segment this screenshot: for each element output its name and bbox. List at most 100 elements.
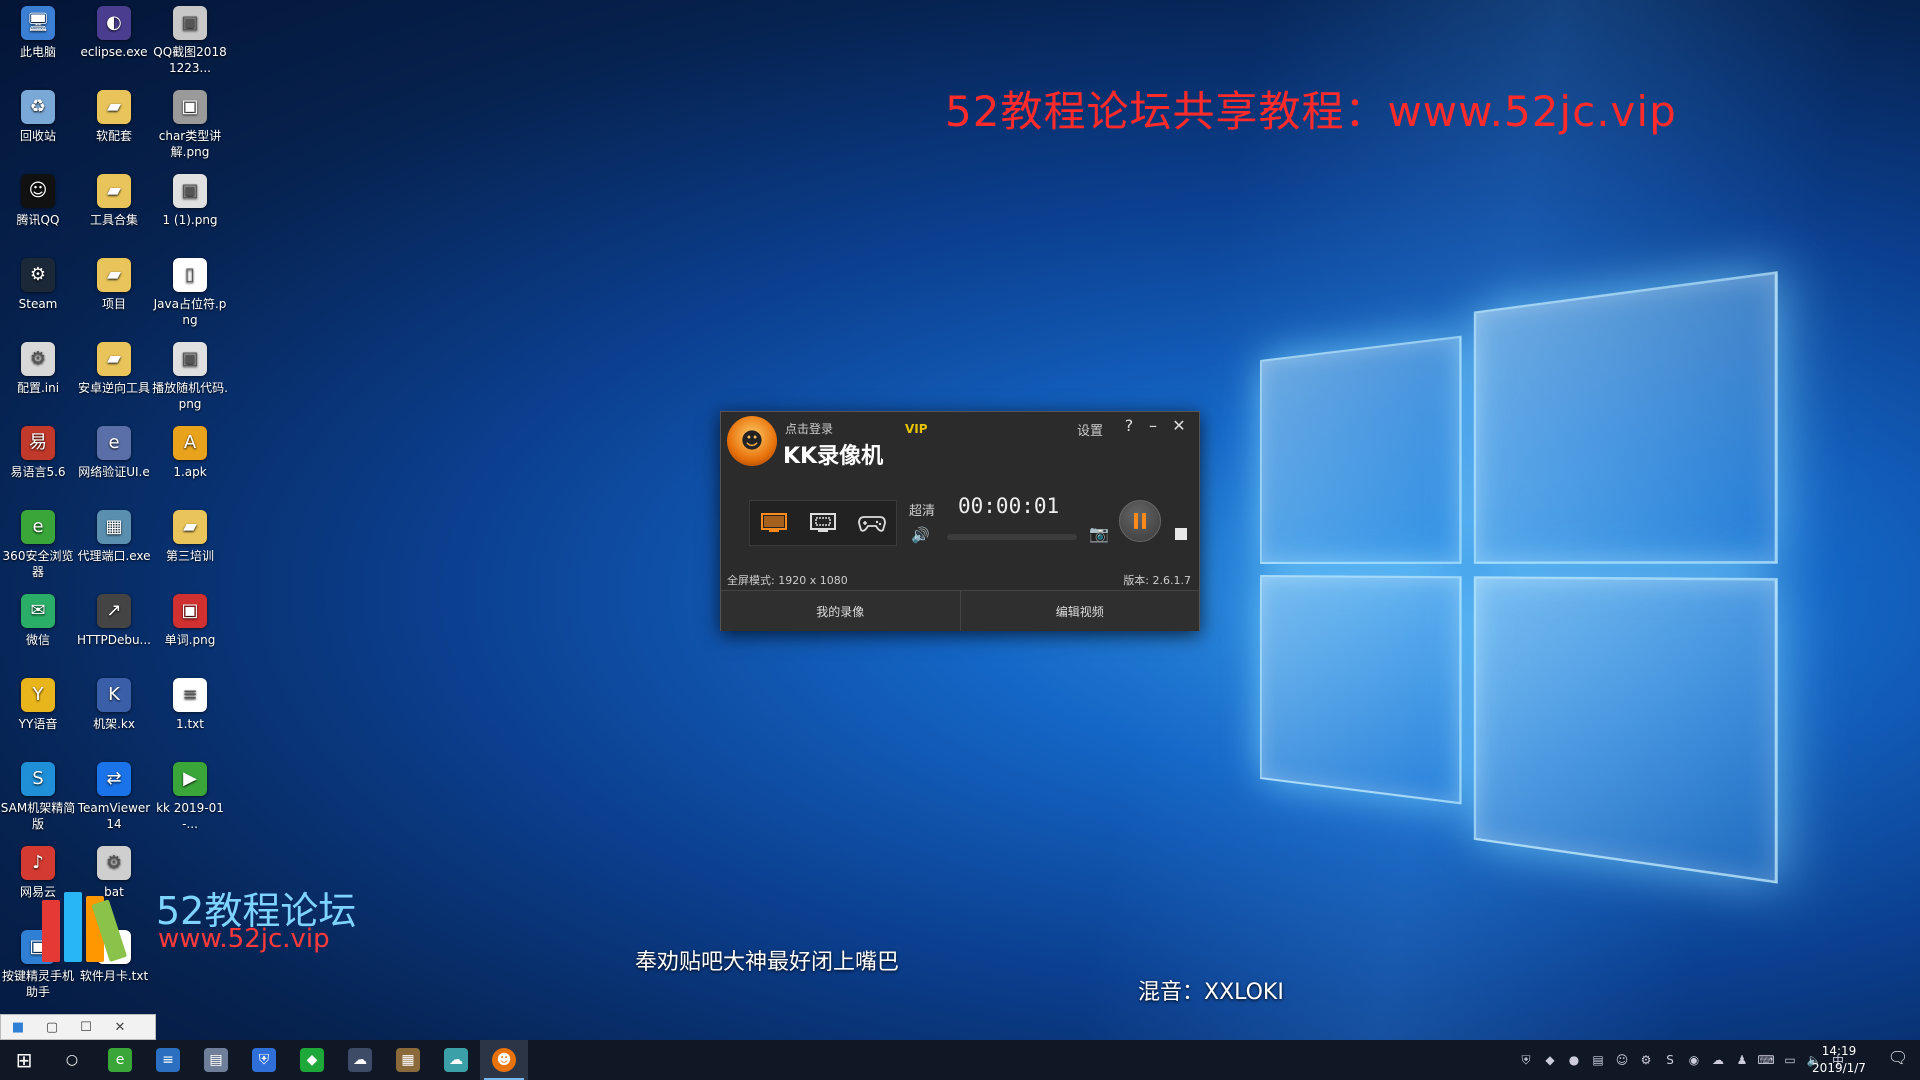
desktop-icon[interactable]: e 网络验证UI.e — [76, 420, 152, 480]
display-tray-icon[interactable]: ▭ — [1778, 1053, 1802, 1067]
bat-file-icon: ⚙ — [97, 846, 131, 880]
kk-mascot-avatar[interactable]: ☻ — [727, 416, 777, 466]
browser-360-icon: e — [108, 1048, 132, 1072]
screenshot-camera-icon[interactable]: 📷 — [1089, 524, 1109, 543]
action-center-icon[interactable]: 🗨 — [1886, 1048, 1910, 1072]
edit-video-button[interactable]: 编辑视频 — [960, 591, 1199, 631]
desktop-icon[interactable]: 🖥 此电脑 — [0, 0, 76, 60]
desktop-icon[interactable]: ↗ HTTPDebu... — [76, 588, 152, 648]
desktop-icon[interactable]: ⚙ Steam — [0, 252, 76, 312]
taskbar-app-cortana[interactable]: ○ — [48, 1040, 96, 1080]
steam-tray-icon[interactable]: ⚙ — [1634, 1053, 1658, 1067]
desktop-icon[interactable]: ▣ 1 (1).png — [152, 168, 228, 228]
weibo-tray-icon[interactable]: ◉ — [1682, 1053, 1706, 1067]
desktop-icon[interactable]: 易易语言5.6 — [0, 420, 76, 480]
desktop-icon[interactable]: ▰ 工具合集 — [76, 168, 152, 228]
user-tray-icon[interactable]: ♟ — [1730, 1053, 1754, 1067]
desktop-icon[interactable]: ▰ 第三培训 — [152, 504, 228, 564]
image-file-icon: ▣ — [173, 594, 207, 628]
desktop-icon-label: 项目 — [101, 297, 126, 311]
image-viewer-icon: ▦ — [396, 1048, 420, 1072]
desktop-icon[interactable]: ♻ 回收站 — [0, 84, 76, 144]
system-clock[interactable]: 14:19 2019/1/7 — [1804, 1043, 1874, 1077]
my-recordings-button[interactable]: 我的录像 — [721, 591, 961, 631]
stop-button[interactable] — [1175, 528, 1187, 540]
desktop-icon[interactable]: ✉ 微信 — [0, 588, 76, 648]
desktop-icon-label: HTTPDebu... — [77, 633, 151, 647]
login-link[interactable]: 点击登录 — [785, 420, 833, 437]
desktop-icon[interactable]: ≡ 1.txt — [152, 672, 228, 732]
network-tray-icon[interactable]: ▤ — [1586, 1053, 1610, 1067]
cloud-icon: ☁ — [444, 1048, 468, 1072]
taskbar-app-security-shield[interactable]: ⛨ — [240, 1040, 288, 1080]
recorder-footer: 我的录像 编辑视频 — [721, 590, 1199, 631]
help-button[interactable]: ? — [1119, 416, 1139, 436]
desktop-icon[interactable]: K 机架.kx — [76, 672, 152, 732]
books-logo-icon — [38, 882, 148, 962]
region-mode-icon[interactable] — [808, 511, 838, 535]
vip-badge[interactable]: VIP — [905, 422, 928, 436]
desktop-icon[interactable]: ▣ 播放随机代码.png — [152, 336, 228, 412]
taskbar-app-cloud[interactable]: ☁ — [432, 1040, 480, 1080]
desktop-icon[interactable]: ▰ 项目 — [76, 252, 152, 312]
folder-icon: ▰ — [97, 258, 131, 292]
taskbar-app-green-diamond[interactable]: ◆ — [288, 1040, 336, 1080]
game-mode-icon[interactable] — [857, 511, 887, 535]
image-file-icon: ▣ — [173, 90, 207, 124]
desktop-icon[interactable]: ▣ char类型讲解.png — [152, 84, 228, 160]
capture-mode-info: 全屏模式: 1920 x 1080 — [727, 574, 848, 587]
desktop-icon[interactable]: e 360安全浏览器 — [0, 504, 76, 580]
watermark-url: www.52jc.vip — [158, 924, 330, 954]
weather-icon: ☁ — [348, 1048, 372, 1072]
taskbar-app-image-viewer[interactable]: ▦ — [384, 1040, 432, 1080]
desktop-icon[interactable]: ▶ kk 2019-01-... — [152, 756, 228, 832]
desktop-icon-label: 按键精灵手机助手 — [1, 969, 74, 999]
settings-button[interactable]: 设置 — [1077, 420, 1103, 439]
desktop-icon[interactable]: ▣ QQ截图20181223... — [152, 0, 228, 76]
desktop-icon[interactable]: ☺ 腾讯QQ — [0, 168, 76, 228]
desktop-icon-label: 安卓逆向工具 — [77, 381, 150, 395]
desktop-icon[interactable]: A 1.apk — [152, 420, 228, 480]
cloud-tray-icon[interactable]: ☁ — [1706, 1053, 1730, 1067]
desktop-icon[interactable]: ⚙ 配置.ini — [0, 336, 76, 396]
pause-button[interactable] — [1119, 500, 1161, 542]
quality-selector[interactable]: 超清 — [909, 500, 935, 519]
desktop-icon-label: 回收站 — [19, 129, 56, 143]
volume-slider[interactable] — [947, 534, 1077, 540]
desktop-icon[interactable]: ⇄ TeamViewer 14 — [76, 756, 152, 832]
close-button[interactable]: ✕ — [1169, 416, 1189, 436]
desktop-icon[interactable]: ◐ eclipse.exe — [76, 0, 152, 60]
httpdebugger-icon: ↗ — [97, 594, 131, 628]
app-tray-icon[interactable]: S — [1658, 1053, 1682, 1067]
taskbar-app-browser-360[interactable]: e — [96, 1040, 144, 1080]
taskbar-app-file-explorer[interactable]: ▤ — [192, 1040, 240, 1080]
desktop-icon[interactable]: ▰ 软配套 — [76, 84, 152, 144]
antivirus-tray-icon[interactable]: ● — [1562, 1053, 1586, 1067]
desktop-icon[interactable]: ▦ 代理端口.exe — [76, 504, 152, 564]
clock-date: 2019/1/7 — [1812, 1061, 1866, 1075]
fullscreen-mode-icon[interactable] — [759, 511, 789, 535]
keyboard-tray-icon[interactable]: ⌨ — [1754, 1053, 1778, 1067]
taskbar-app-notepad[interactable]: ≡ — [144, 1040, 192, 1080]
app-small-icon[interactable]: ■ — [1, 1020, 35, 1035]
restore-button[interactable]: ▢ — [35, 1020, 69, 1035]
taskbar-app-kk-recorder[interactable]: ☻ — [480, 1040, 528, 1080]
security-tray-icon[interactable]: ⛨ — [1514, 1053, 1538, 1068]
shield-tray-icon[interactable]: ◆ — [1538, 1053, 1562, 1067]
desktop-icon[interactable]: ▯ Java占位符.png — [152, 252, 228, 328]
qq-tray-icon[interactable]: ☺ — [1610, 1053, 1634, 1067]
desktop-icon[interactable]: ▣ 单词.png — [152, 588, 228, 648]
volume-icon[interactable]: 🔊 — [911, 526, 930, 544]
taskbar-app-weather[interactable]: ☁ — [336, 1040, 384, 1080]
desktop-icon-label: TeamViewer 14 — [77, 801, 151, 831]
taskbar-app-windows-start[interactable]: ⊞ — [0, 1040, 48, 1080]
close-window-button[interactable]: ✕ — [103, 1020, 137, 1035]
minimize-button[interactable]: – — [1143, 416, 1163, 436]
desktop-icon-label: 微信 — [25, 633, 50, 647]
desktop-icon[interactable]: ▰ 安卓逆向工具 — [76, 336, 152, 396]
desktop-icon-label: QQ截图20181223... — [153, 45, 227, 75]
desktop-icon[interactable]: Y YY语音 — [0, 672, 76, 732]
desktop-icon[interactable]: S SAM机架精简版 — [0, 756, 76, 832]
desktop-icon-label: 1 (1).png — [162, 213, 218, 227]
maximize-button[interactable]: ☐ — [69, 1020, 103, 1035]
